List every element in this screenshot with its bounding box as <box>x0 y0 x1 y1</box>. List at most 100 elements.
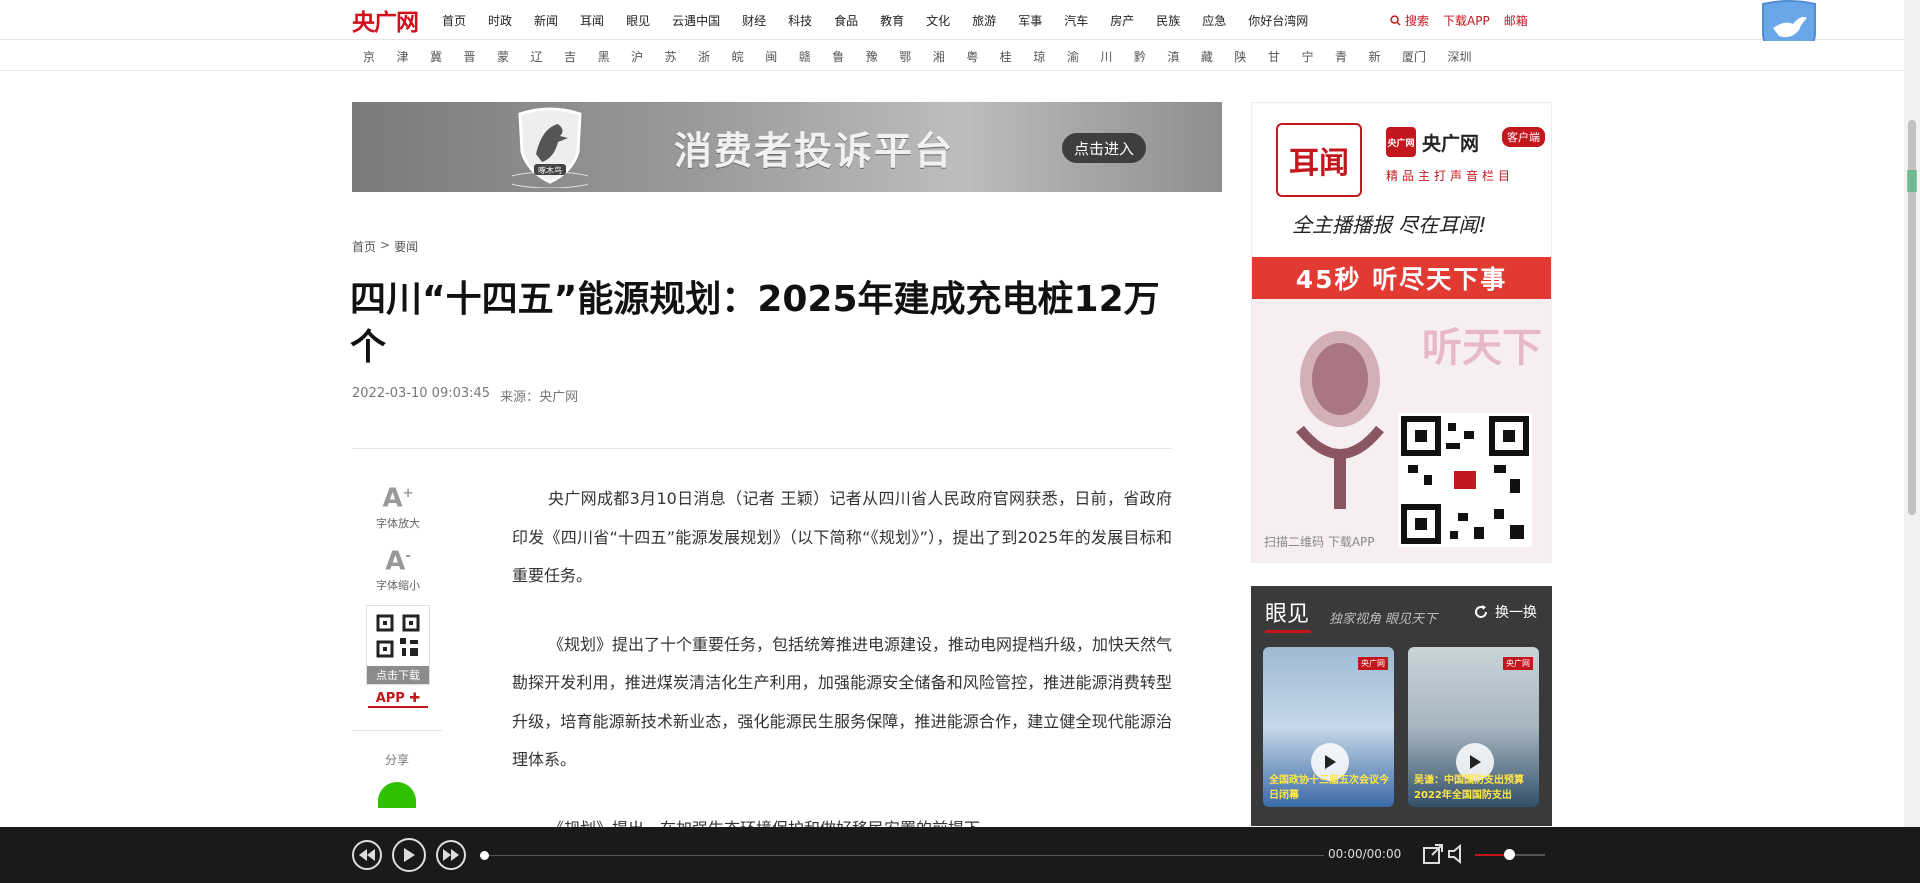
player-time: 00:00/00:00 <box>1328 847 1402 861</box>
site-logo[interactable]: 央广网 <box>352 6 419 36</box>
province-link[interactable]: 宁 <box>1301 48 1313 65</box>
province-link[interactable]: 吉 <box>564 48 576 65</box>
refresh-button[interactable]: 换一换 <box>1473 602 1537 622</box>
nav-item[interactable]: 旅游 <box>972 12 996 29</box>
refresh-icon <box>1475 605 1487 618</box>
yanjian-header: 眼见 独家视角 眼见天下 换一换 <box>1251 586 1552 638</box>
article-meta: 2022-03-10 09:03:45 来源：央广网 <box>352 386 578 405</box>
app-qr-download[interactable]: 点击下载 <box>366 605 430 686</box>
province-link[interactable]: 津 <box>397 48 409 65</box>
province-link[interactable]: 湘 <box>933 48 945 65</box>
font-increase-glyph: A <box>382 483 403 514</box>
nav-item[interactable]: 新闻 <box>534 12 558 29</box>
rewind-button[interactable] <box>352 840 382 870</box>
province-link[interactable]: 闽 <box>765 48 777 65</box>
erwen-app-ad[interactable]: 耳闻 央广网 央广网 客户端 精品主打声音栏目 全主播播报 尽在耳闻! 45秒 … <box>1251 102 1552 563</box>
province-link[interactable]: 新 <box>1368 48 1380 65</box>
publish-datetime: 2022-03-10 09:03:45 <box>352 386 491 401</box>
nav-item[interactable]: 时政 <box>488 12 512 29</box>
nav-item[interactable]: 民族 <box>1156 12 1180 29</box>
forward-button[interactable] <box>436 840 466 870</box>
province-link[interactable]: 藏 <box>1201 48 1213 65</box>
volume-knob[interactable] <box>1504 849 1515 860</box>
province-link[interactable]: 晋 <box>464 48 476 65</box>
nav-item[interactable]: 财经 <box>742 12 766 29</box>
province-link[interactable]: 皖 <box>732 48 744 65</box>
progress-track[interactable] <box>484 855 1324 856</box>
breadcrumb-current[interactable]: 要闻 <box>394 238 418 255</box>
app-plus-link[interactable]: APP ✚ <box>368 691 428 709</box>
nav-item[interactable]: 食品 <box>834 12 858 29</box>
popout-icon[interactable] <box>1422 843 1444 865</box>
volume-icon[interactable] <box>1446 843 1468 865</box>
play-icon <box>404 848 415 862</box>
province-link[interactable]: 鲁 <box>832 48 844 65</box>
forward-icon <box>443 849 459 861</box>
nav-item[interactable]: 首页 <box>442 12 466 29</box>
province-link[interactable]: 青 <box>1335 48 1347 65</box>
province-link[interactable]: 桂 <box>1000 48 1012 65</box>
province-link[interactable]: 京 <box>363 48 375 65</box>
nav-item[interactable]: 科技 <box>788 12 812 29</box>
play-button[interactable] <box>392 838 426 872</box>
app-label: APP <box>375 691 405 707</box>
download-app-link[interactable]: 下载APP <box>1443 12 1490 29</box>
nav-item[interactable]: 教育 <box>880 12 904 29</box>
province-link[interactable]: 辽 <box>531 48 543 65</box>
font-increase-button[interactable]: A+ 字体放大 <box>352 480 444 531</box>
article-body: 央广网成都3月10日消息（记者 王颖）记者从四川省人民政府官网获悉，日前，省政府… <box>512 480 1172 878</box>
province-link[interactable]: 浙 <box>698 48 710 65</box>
province-link[interactable]: 厦门 <box>1402 48 1426 65</box>
yanjian-title: 眼见 <box>1265 602 1310 627</box>
woodpecker-shield-icon: 啄木鸟 <box>512 107 588 188</box>
banner-enter-button[interactable]: 点击进入 <box>1062 133 1146 163</box>
refresh-label: 换一换 <box>1495 605 1537 621</box>
province-link[interactable]: 滇 <box>1167 48 1179 65</box>
province-link[interactable]: 黑 <box>598 48 610 65</box>
search-link[interactable]: 搜索 <box>1390 12 1429 29</box>
province-link[interactable]: 赣 <box>799 48 811 65</box>
province-link[interactable]: 川 <box>1100 48 1112 65</box>
nav-item[interactable]: 房产 <box>1110 12 1134 29</box>
article-paragraph: 《规划》提出了十个重要任务，包括统筹推进电源建设，推动电网提档升级，加快天然气勘… <box>512 634 1173 770</box>
province-link[interactable]: 陕 <box>1234 48 1246 65</box>
province-link[interactable]: 豫 <box>866 48 878 65</box>
page-scrollbar[interactable] <box>1904 0 1920 827</box>
font-decrease-icon: A- <box>385 543 411 575</box>
province-link[interactable]: 苏 <box>665 48 677 65</box>
province-link[interactable]: 粤 <box>966 48 978 65</box>
breadcrumb-home[interactable]: 首页 <box>352 238 376 255</box>
province-link[interactable]: 蒙 <box>497 48 509 65</box>
province-list: 京 津 冀 晋 蒙 辽 吉 黑 沪 苏 浙 皖 闽 赣 鲁 豫 鄂 湘 粤 桂 琼 渝 川 黔 滇 藏 陕 甘 宁 青 新 厦门 深圳 <box>363 41 1493 71</box>
complaint-banner[interactable]: 啄木鸟 消费者投诉平台 点击进入 <box>352 102 1222 192</box>
province-link[interactable]: 甘 <box>1268 48 1280 65</box>
breadcrumb-separator: > <box>380 238 391 252</box>
province-link[interactable]: 深圳 <box>1448 48 1472 65</box>
wechat-share-icon[interactable] <box>378 782 416 809</box>
progress-knob[interactable] <box>480 851 489 860</box>
mail-link[interactable]: 邮箱 <box>1504 12 1528 29</box>
province-link[interactable]: 琼 <box>1033 48 1045 65</box>
nav-item[interactable]: 汽车 <box>1064 12 1088 29</box>
font-decrease-button[interactable]: A- 字体缩小 <box>352 543 444 594</box>
search-label: 搜索 <box>1405 13 1430 28</box>
cnr-mini-logo: 央广网 <box>1386 127 1416 157</box>
nav-item[interactable]: 应急 <box>1202 12 1226 29</box>
nav-item[interactable]: 你好台湾网 <box>1248 12 1308 29</box>
nav-item[interactable]: 耳闻 <box>580 12 604 29</box>
font-decrease-label: 字体缩小 <box>376 579 420 593</box>
nav-item[interactable]: 云遇中国 <box>672 12 720 29</box>
microphone-icon <box>1296 331 1384 509</box>
article-tools: A+ 字体放大 A- 字体缩小 点击下载 APP ✚ 分享 <box>352 480 444 809</box>
province-link[interactable]: 渝 <box>1067 48 1079 65</box>
video-card[interactable]: 央广网 全国政协十三届五次会议今日闭幕 <box>1263 647 1394 807</box>
province-link[interactable]: 沪 <box>631 48 643 65</box>
ad-subtitle: 精品主打声音栏目 <box>1386 169 1515 183</box>
province-link[interactable]: 黔 <box>1134 48 1146 65</box>
nav-item[interactable]: 军事 <box>1018 12 1042 29</box>
nav-item[interactable]: 眼见 <box>626 12 650 29</box>
video-card[interactable]: 央广网 吴谦：中国国防支出预算 2022年全国国防支出 <box>1408 647 1539 807</box>
province-link[interactable]: 冀 <box>430 48 442 65</box>
nav-item[interactable]: 文化 <box>926 12 950 29</box>
province-link[interactable]: 鄂 <box>899 48 911 65</box>
